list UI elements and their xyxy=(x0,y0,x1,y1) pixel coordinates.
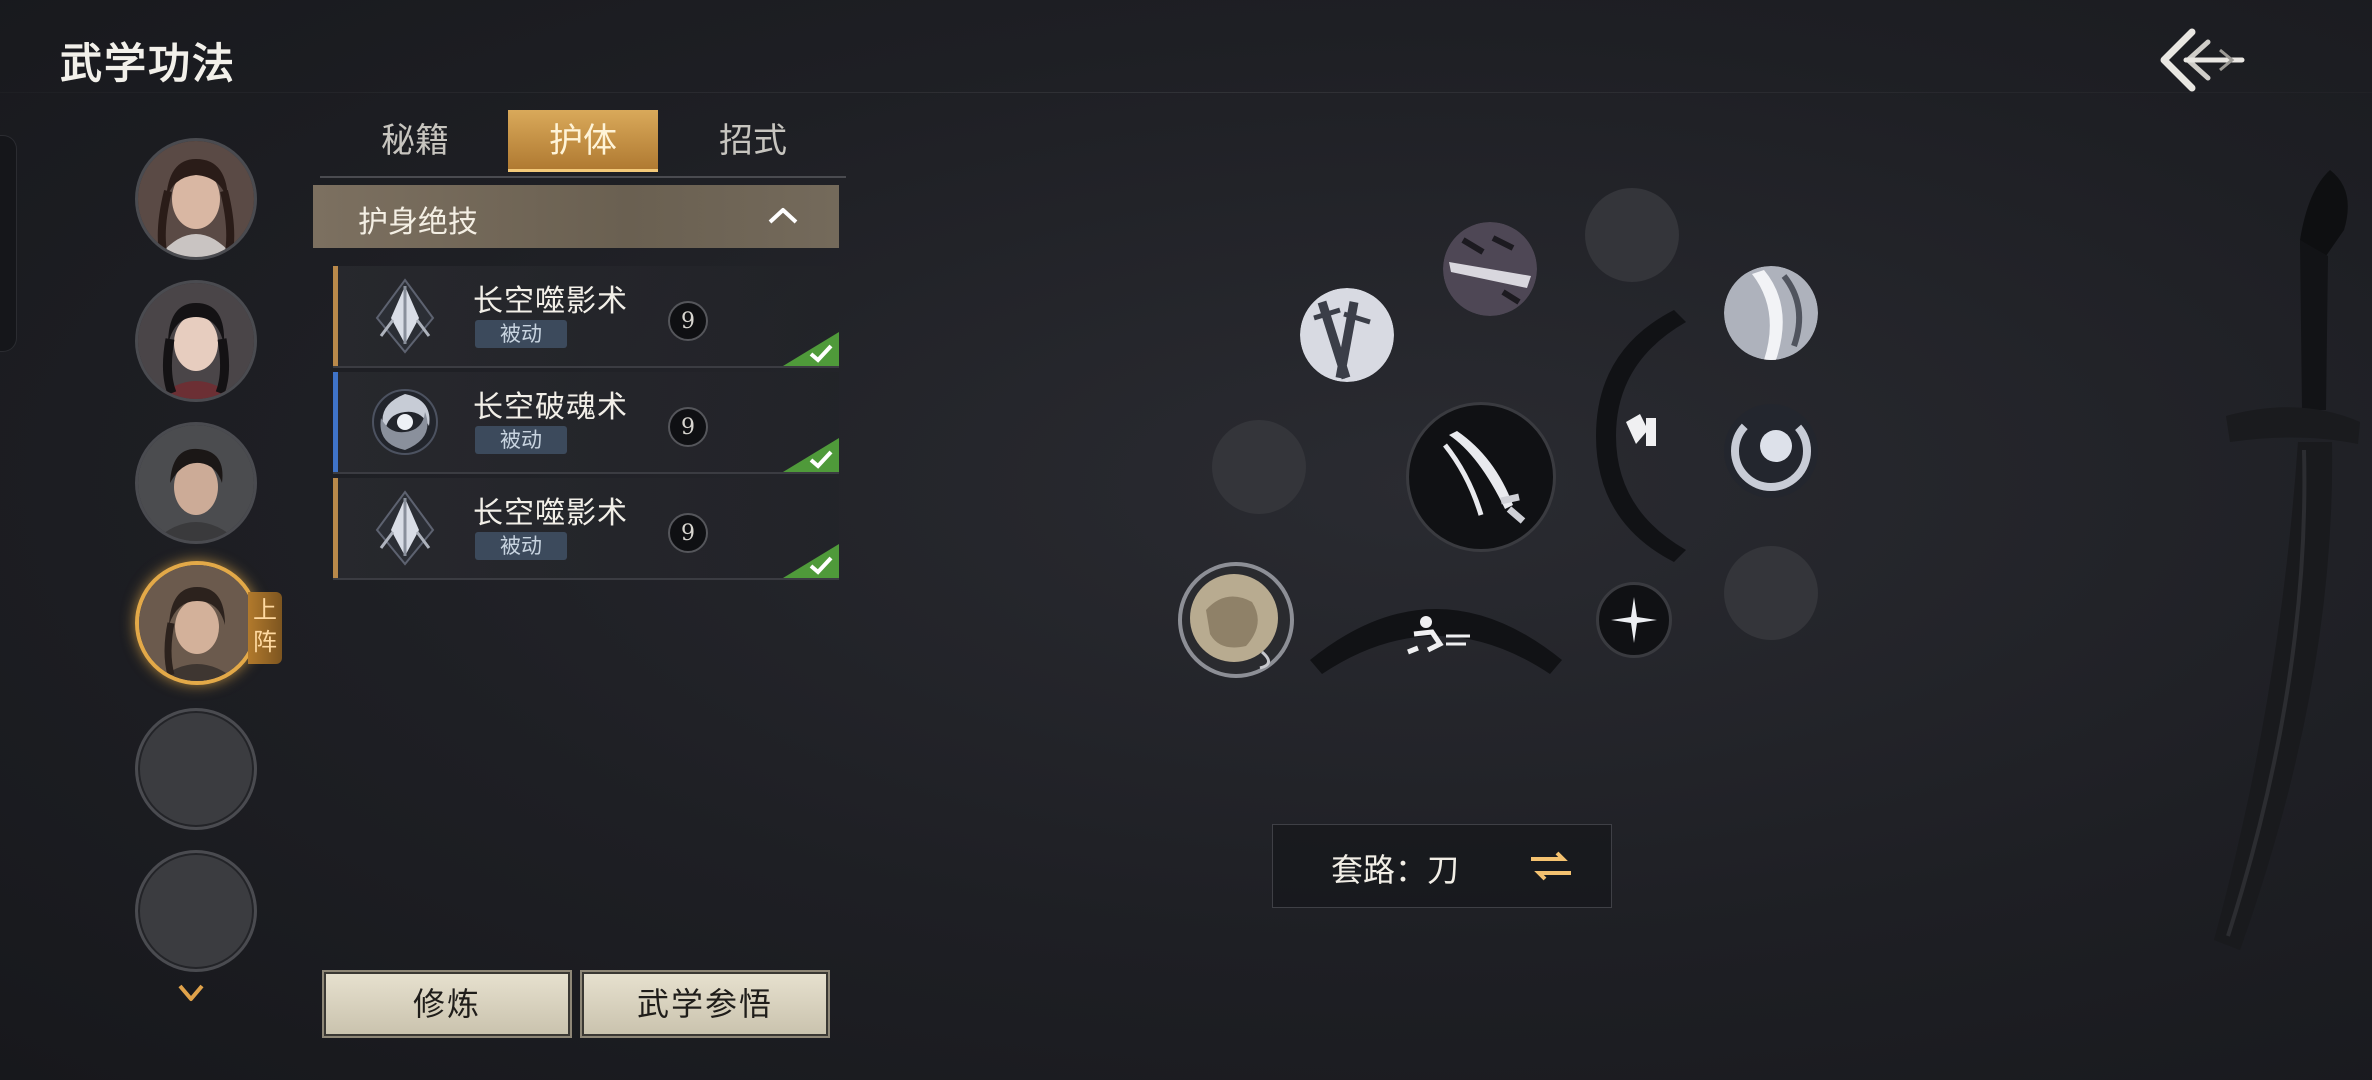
train-button[interactable]: 修炼 xyxy=(322,970,572,1038)
scroll-more-button[interactable] xyxy=(178,982,204,1004)
equipped-check-icon xyxy=(783,332,839,366)
side-drawer-handle[interactable] xyxy=(0,135,17,352)
skill-level-badge: 9 xyxy=(668,301,708,341)
skill-row[interactable]: 长空破魂术 被动 9 xyxy=(333,372,839,474)
skill-name: 长空破魂术 xyxy=(473,390,628,425)
shadow-slash-icon xyxy=(1443,222,1537,316)
chevron-down-icon xyxy=(178,984,204,1001)
wheel-slot-twin-swords[interactable] xyxy=(1300,288,1394,382)
wheel-slot-empty[interactable] xyxy=(1724,546,1818,640)
wheel-center-weapon[interactable] xyxy=(1406,402,1556,552)
skill-name: 长空噬影术 xyxy=(473,284,628,319)
character-avatar xyxy=(138,425,254,541)
wheel-arc-bottom[interactable] xyxy=(1310,578,1562,680)
martial-insight-button[interactable]: 武学参悟 xyxy=(580,970,830,1038)
wheel-arc-right[interactable] xyxy=(1596,310,1686,562)
equipped-check-icon xyxy=(783,544,839,578)
route-label: 套路：刀 xyxy=(1331,851,1460,889)
curved-blade-icon xyxy=(1724,266,1818,360)
character-portrait-2[interactable] xyxy=(135,280,257,402)
wheel-slot-star[interactable] xyxy=(1596,582,1672,658)
wheel-slot-vortex[interactable] xyxy=(1724,404,1818,498)
back-arrow-icon xyxy=(2160,28,2245,92)
character-avatar xyxy=(139,565,255,681)
character-portrait-3[interactable] xyxy=(135,422,257,544)
skill-type-badge: 被动 xyxy=(475,426,567,454)
skill-type-badge: 被动 xyxy=(475,532,567,560)
skill-blade-icon xyxy=(363,486,447,570)
character-slot-empty[interactable] xyxy=(135,708,257,830)
tab-body-protection[interactable]: 护体 xyxy=(508,110,658,172)
rarity-bar xyxy=(333,266,338,366)
skill-blade-icon xyxy=(363,274,447,358)
skill-type-badge: 被动 xyxy=(475,320,567,348)
equipped-check-icon xyxy=(783,438,839,472)
sprint-arc-icon xyxy=(1310,609,1562,674)
rarity-bar xyxy=(333,478,338,578)
character-avatar xyxy=(138,141,254,257)
stone-fist-icon xyxy=(1178,562,1294,678)
wheel-slot-empty[interactable] xyxy=(1212,420,1306,514)
collapse-toggle[interactable] xyxy=(767,205,799,227)
vortex-orb-icon xyxy=(1724,404,1818,498)
swap-route-button[interactable] xyxy=(1529,849,1573,883)
rarity-bar xyxy=(333,372,338,472)
character-avatar xyxy=(138,283,254,399)
skill-row[interactable]: 长空噬影术 被动 9 xyxy=(333,478,839,580)
character-portrait-1[interactable] xyxy=(135,138,257,260)
sparkle-icon xyxy=(1611,597,1657,643)
tab-moves[interactable]: 招式 xyxy=(678,110,828,172)
section-header[interactable]: 护身绝技 xyxy=(313,185,839,248)
page-title: 武学功法 xyxy=(60,39,237,88)
character-portrait-4[interactable] xyxy=(135,561,259,685)
skill-level-badge: 9 xyxy=(668,407,708,447)
character-slot-empty[interactable] xyxy=(135,850,257,972)
skill-row[interactable]: 长空噬影术 被动 9 xyxy=(333,266,839,368)
deployed-tag: 上阵 xyxy=(248,592,282,664)
twin-swords-icon xyxy=(1300,288,1394,382)
section-title: 护身绝技 xyxy=(358,205,478,240)
route-selector[interactable]: 套路：刀 xyxy=(1272,824,1612,908)
wheel-slot-blade[interactable] xyxy=(1724,266,1818,360)
wheel-slot-shadow-skill[interactable] xyxy=(1443,222,1537,316)
back-button[interactable] xyxy=(2150,20,2250,100)
dash-arc-icon xyxy=(1596,310,1686,562)
skill-vortex-icon xyxy=(363,380,447,464)
tab-secret-manual[interactable]: 秘籍 xyxy=(340,110,490,172)
skill-name: 长空噬影术 xyxy=(473,496,628,531)
header-divider xyxy=(0,92,2372,93)
sword-decoration xyxy=(2130,160,2360,960)
wheel-slot-stone[interactable] xyxy=(1176,560,1296,680)
tab-underline xyxy=(320,176,846,178)
swap-arrows-icon xyxy=(1531,851,1571,881)
chevron-up-icon xyxy=(768,208,798,224)
skill-level-badge: 9 xyxy=(668,513,708,553)
wheel-slot-empty[interactable] xyxy=(1585,188,1679,282)
saber-icon xyxy=(1443,431,1526,524)
